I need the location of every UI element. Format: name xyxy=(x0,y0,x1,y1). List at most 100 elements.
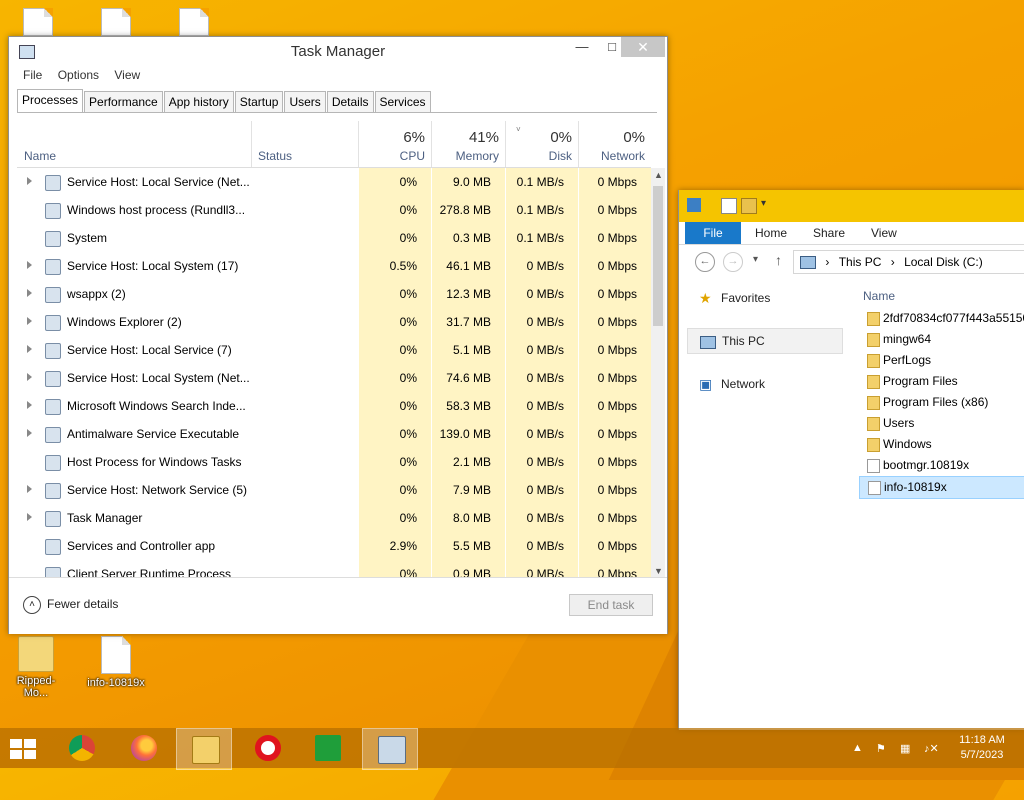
ribbon-tab-home[interactable]: Home xyxy=(755,222,787,244)
table-row[interactable]: System 0% 0.3 MB 0.1 MB/s 0 Mbps xyxy=(17,224,643,252)
nav-this-pc[interactable]: This PC xyxy=(687,328,843,354)
expand-arrow-icon[interactable] xyxy=(27,401,32,409)
volume-muted-icon[interactable]: ♪✕ xyxy=(924,742,939,755)
list-item[interactable]: bootmgr.10819x xyxy=(859,455,1024,476)
taskbar-task-manager[interactable] xyxy=(362,728,418,770)
close-button[interactable]: ✕ xyxy=(621,37,665,57)
process-name: Windows host process (Rundll3... xyxy=(67,203,246,217)
ribbon-tabs: File Home Share View xyxy=(679,222,1024,245)
table-row[interactable]: wsappx (2) 0% 12.3 MB 0 MB/s 0 Mbps xyxy=(17,280,643,308)
column-cpu[interactable]: 6% CPU xyxy=(359,121,432,167)
table-row[interactable]: Windows Explorer (2) 0% 31.7 MB 0 MB/s 0 Mbp… xyxy=(17,308,643,336)
desktop-file-icon[interactable] xyxy=(164,8,224,39)
expand-arrow-icon[interactable] xyxy=(27,289,32,297)
properties-icon[interactable] xyxy=(721,198,737,214)
action-center-flag-icon[interactable]: ⚑ xyxy=(876,742,886,755)
minimize-button[interactable]: — xyxy=(567,37,597,57)
table-row[interactable]: Service Host: Local System (Net... 0% 74.6… xyxy=(17,364,643,392)
list-item[interactable]: PerfLogs xyxy=(859,350,1024,371)
table-row[interactable]: Service Host: Local Service (7) 0% 5.1 MB 0… xyxy=(17,336,643,364)
menu-options[interactable]: Options xyxy=(58,68,99,82)
expand-arrow-icon[interactable] xyxy=(27,429,32,437)
end-task-button[interactable]: End task xyxy=(569,594,653,616)
taskbar-store[interactable] xyxy=(300,728,354,768)
title-bar[interactable]: Task Manager — □ ✕ xyxy=(9,37,667,65)
vertical-scrollbar[interactable]: ▲ ▼ xyxy=(651,168,665,578)
tab-performance[interactable]: Performance xyxy=(84,91,163,112)
menu-view[interactable]: View xyxy=(114,68,140,82)
column-disk[interactable]: ˅ 0% Disk xyxy=(506,121,579,167)
table-row[interactable]: Microsoft Windows Search Inde... 0% 58.3 M… xyxy=(17,392,643,420)
desktop-file-icon[interactable] xyxy=(8,8,68,39)
list-item[interactable]: info-10819x xyxy=(859,476,1024,499)
taskbar-opera[interactable] xyxy=(240,728,294,768)
tab-processes[interactable]: Processes xyxy=(17,89,84,112)
tab-startup[interactable]: Startup xyxy=(234,91,284,112)
forward-icon[interactable]: → xyxy=(723,252,743,272)
table-row[interactable]: Windows host process (Rundll3... 0% 278.8 … xyxy=(17,196,643,224)
memory-cell: 0.9 MB xyxy=(432,560,499,578)
scroll-up-icon[interactable]: ▲ xyxy=(654,170,663,180)
table-row[interactable]: Service Host: Local Service (Net... 0% 9.0… xyxy=(17,168,643,196)
table-row[interactable]: Services and Controller app 2.9% 5.5 MB 0 M… xyxy=(17,532,643,560)
menu-file[interactable]: File xyxy=(23,68,42,82)
scroll-down-icon[interactable]: ▼ xyxy=(654,566,663,576)
expand-arrow-icon[interactable] xyxy=(27,373,32,381)
taskbar-chrome[interactable] xyxy=(54,728,108,768)
show-hidden-icons-icon[interactable]: ▲ xyxy=(852,742,863,754)
column-network[interactable]: 0% Network xyxy=(579,121,651,167)
recent-locations-icon[interactable]: ▾ xyxy=(753,254,758,265)
table-row[interactable]: Service Host: Local System (17) 0.5% 46.1 … xyxy=(17,252,643,280)
ribbon-tab-share[interactable]: Share xyxy=(813,222,845,244)
column-status[interactable]: Status xyxy=(252,121,359,167)
network-tray-icon[interactable]: ▦ xyxy=(900,742,910,755)
desktop-file-icon[interactable] xyxy=(86,8,146,39)
list-item[interactable]: Program Files xyxy=(859,371,1024,392)
desktop-icon-ripped[interactable]: Ripped-Mo... xyxy=(6,636,66,699)
list-item[interactable]: Windows xyxy=(859,434,1024,455)
tab-services[interactable]: Services xyxy=(374,91,431,112)
nav-network[interactable]: ▣ Network xyxy=(687,372,843,396)
nav-favorites[interactable]: ★ Favorites xyxy=(687,286,843,310)
document-icon xyxy=(101,636,131,674)
expand-arrow-icon[interactable] xyxy=(27,261,32,269)
ribbon-tab-file[interactable]: File xyxy=(685,222,741,244)
new-folder-icon[interactable] xyxy=(741,198,757,214)
table-row[interactable]: Antimalware Service Executable 0% 139.0 MB… xyxy=(17,420,643,448)
up-arrow-icon[interactable]: ↑ xyxy=(775,252,782,268)
list-item[interactable]: Program Files (x86) xyxy=(859,392,1024,413)
column-memory[interactable]: 41% Memory xyxy=(432,121,506,167)
desktop-icon-info[interactable]: info-10819x xyxy=(86,636,146,689)
taskbar-file-explorer[interactable] xyxy=(176,728,232,770)
address-bar[interactable]: › This PC › Local Disk (C:) xyxy=(793,250,1024,274)
back-icon[interactable]: ← xyxy=(695,252,715,272)
taskbar-firefox[interactable] xyxy=(116,728,170,768)
tab-users[interactable]: Users xyxy=(284,91,326,112)
chevron-down-icon[interactable]: ▾ xyxy=(761,198,775,212)
taskbar-clock[interactable]: 11:18 AM 5/7/2023 xyxy=(950,733,1014,763)
breadcrumb-local-disk[interactable]: Local Disk (C:) xyxy=(904,255,983,269)
table-row[interactable]: Client Server Runtime Process 0% 0.9 MB 0 M… xyxy=(17,560,643,578)
tab-app-history[interactable]: App history xyxy=(163,91,234,112)
list-item[interactable]: mingw64 xyxy=(859,329,1024,350)
expand-arrow-icon[interactable] xyxy=(27,177,32,185)
list-item[interactable]: Users xyxy=(859,413,1024,434)
expand-arrow-icon[interactable] xyxy=(27,345,32,353)
list-item[interactable]: 2fdf70834cf077f443a551503 xyxy=(859,308,1024,329)
table-row[interactable]: Host Process for Windows Tasks 0% 2.1 MB 0 … xyxy=(17,448,643,476)
scrollbar-thumb[interactable] xyxy=(653,186,663,326)
breadcrumb-this-pc[interactable]: This PC xyxy=(839,255,882,269)
expand-arrow-icon[interactable] xyxy=(27,317,32,325)
column-header-name[interactable]: Name xyxy=(863,284,1024,308)
document-icon xyxy=(867,459,880,473)
explorer-title-bar[interactable]: ▾ xyxy=(679,190,1024,222)
column-name[interactable]: Name xyxy=(17,121,252,167)
tab-details[interactable]: Details xyxy=(326,91,374,112)
expand-arrow-icon[interactable] xyxy=(27,485,32,493)
expand-arrow-icon[interactable] xyxy=(27,513,32,521)
table-row[interactable]: Task Manager 0% 8.0 MB 0 MB/s 0 Mbps xyxy=(17,504,643,532)
ribbon-tab-view[interactable]: View xyxy=(871,222,897,244)
start-button[interactable] xyxy=(0,728,54,768)
fewer-details-button[interactable]: ˄ Fewer details xyxy=(23,596,118,614)
table-row[interactable]: Service Host: Network Service (5) 0% 7.9 M… xyxy=(17,476,643,504)
